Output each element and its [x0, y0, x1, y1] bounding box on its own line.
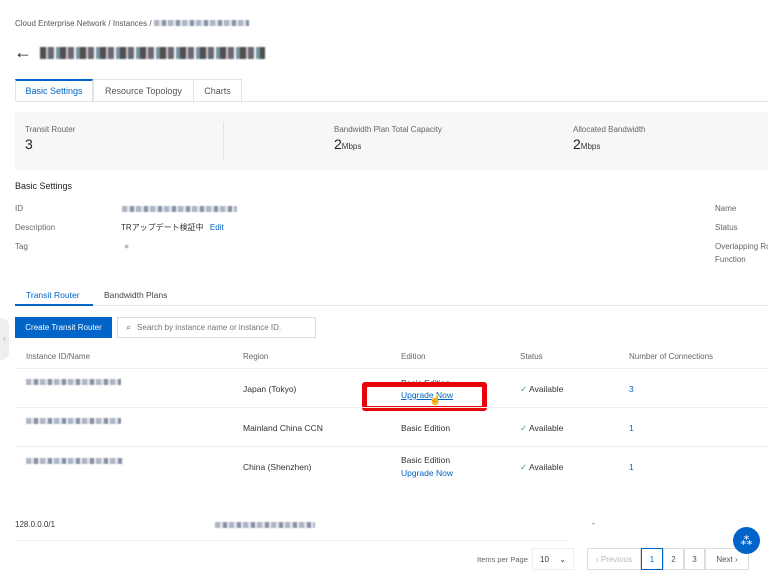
tag-label: Tag	[15, 242, 28, 251]
breadcrumb-sep: /	[149, 19, 152, 28]
previous-label: Previous	[600, 554, 632, 564]
column-header-edition[interactable]: Edition	[401, 352, 425, 361]
section-title: Basic Settings	[15, 181, 73, 191]
breadcrumb-sep: /	[108, 19, 111, 28]
name-label: Name	[715, 204, 737, 213]
region-cell: Mainland China CCN	[243, 423, 323, 433]
search-icon: ⌕	[126, 322, 132, 332]
check-icon: ✓	[520, 384, 528, 394]
items-per-page-select[interactable]: 10 ⌄	[532, 548, 574, 570]
check-icon: ✓	[520, 423, 528, 433]
instance-link-redacted[interactable]	[26, 379, 121, 385]
description-label: Description	[15, 223, 56, 232]
status-cell: Available	[529, 423, 564, 433]
tag-icon[interactable]: ●	[124, 241, 129, 251]
overlapping-routes-label: Overlapping Ro	[715, 242, 768, 251]
subtab-bandwidth-plans[interactable]: Bandwidth Plans	[104, 290, 167, 300]
previous-page-button[interactable]: ‹ Previous	[587, 548, 641, 570]
id-label: ID	[15, 204, 23, 213]
search-box[interactable]: ⌕	[117, 317, 316, 338]
summary-card: Transit Router 3 Bandwidth Plan Total Ca…	[15, 112, 768, 170]
connections-link[interactable]: 1	[629, 462, 634, 472]
breadcrumb-cen[interactable]: Cloud Enterprise Network	[15, 19, 106, 28]
summary-value: 2	[334, 136, 342, 152]
row-divider	[15, 446, 768, 447]
id-value-redacted	[122, 206, 237, 212]
tab-divider	[15, 101, 768, 102]
page-2-button[interactable]: 2	[663, 548, 684, 570]
instance-link-redacted[interactable]	[26, 418, 121, 424]
summary-value: 3	[25, 136, 33, 152]
region-cell: Japan (Tokyo)	[243, 384, 297, 394]
breadcrumb-instance-redacted	[153, 20, 249, 26]
items-per-page-label: Items per Page	[477, 555, 528, 564]
edit-description-link[interactable]: Edit	[210, 223, 224, 232]
row-divider	[15, 540, 568, 541]
edition-cell: Basic Edition	[401, 423, 451, 433]
next-label: Next	[716, 554, 733, 564]
summary-value: 2	[573, 136, 581, 152]
status-cell: Available	[529, 384, 564, 394]
summary-label: Transit Router	[25, 125, 76, 134]
tab-resource-topology[interactable]: Resource Topology	[93, 79, 194, 102]
status-label: Status	[715, 223, 738, 232]
summary-bandwidth-capacity: Bandwidth Plan Total Capacity 2Mbps	[334, 125, 442, 152]
column-header-connections[interactable]: Number of Connections	[629, 352, 713, 361]
subtab-divider	[93, 305, 768, 306]
apps-grid-icon[interactable]: ⁂	[733, 527, 760, 554]
hand-cursor-icon: ☝	[429, 395, 442, 406]
summary-unit: Mbps	[341, 142, 362, 151]
breadcrumb: Cloud Enterprise Network / Instances /	[15, 19, 249, 28]
per-page-value: 10	[540, 554, 549, 564]
edition-cell: Basic Edition	[401, 455, 451, 465]
back-arrow-icon[interactable]: ←	[14, 42, 32, 62]
create-transit-router-button[interactable]: Create Transit Router	[15, 317, 112, 338]
summary-unit: Mbps	[580, 142, 601, 151]
connections-link[interactable]: 1	[629, 423, 634, 433]
breadcrumb-instances[interactable]: Instances	[113, 19, 147, 28]
page-title-redacted	[40, 47, 265, 59]
row-divider	[15, 407, 768, 408]
cidr-text: 128.0.0.0/1	[15, 520, 56, 529]
page-1-button[interactable]: 1	[641, 548, 663, 570]
tab-basic-settings[interactable]: Basic Settings	[15, 79, 93, 102]
connections-link[interactable]: 3	[629, 384, 634, 394]
summary-label: Bandwidth Plan Total Capacity	[334, 125, 442, 134]
description-value: TRアップデート検証中	[121, 223, 204, 232]
page-3-button[interactable]: 3	[684, 548, 705, 570]
summary-label: Allocated Bandwidth	[573, 125, 646, 134]
column-header-instance[interactable]: Instance ID/Name	[26, 352, 90, 361]
sidebar-collapse-handle[interactable]: ‹	[0, 318, 9, 360]
column-header-region[interactable]: Region	[243, 352, 268, 361]
tab-charts[interactable]: Charts	[193, 79, 242, 102]
chevron-down-icon: ⌄	[559, 554, 566, 564]
region-cell: China (Shenzhen)	[243, 462, 312, 472]
upgrade-now-link[interactable]: Upgrade Now	[401, 468, 453, 478]
search-input[interactable]	[137, 323, 308, 332]
summary-transit-router: Transit Router 3	[25, 125, 75, 152]
instance-link-redacted[interactable]	[26, 458, 123, 464]
subtab-active-indicator	[15, 304, 93, 306]
check-icon: ✓	[520, 462, 528, 472]
dash-text: -	[592, 518, 595, 528]
subtab-transit-router[interactable]: Transit Router	[26, 290, 80, 300]
column-header-status[interactable]: Status	[520, 352, 543, 361]
divider	[223, 122, 224, 160]
status-cell: Available	[529, 462, 564, 472]
row-divider	[15, 368, 768, 369]
function-label: Function	[715, 255, 746, 264]
redacted-value	[215, 522, 315, 528]
summary-allocated-bandwidth: Allocated Bandwidth 2Mbps	[573, 125, 646, 152]
